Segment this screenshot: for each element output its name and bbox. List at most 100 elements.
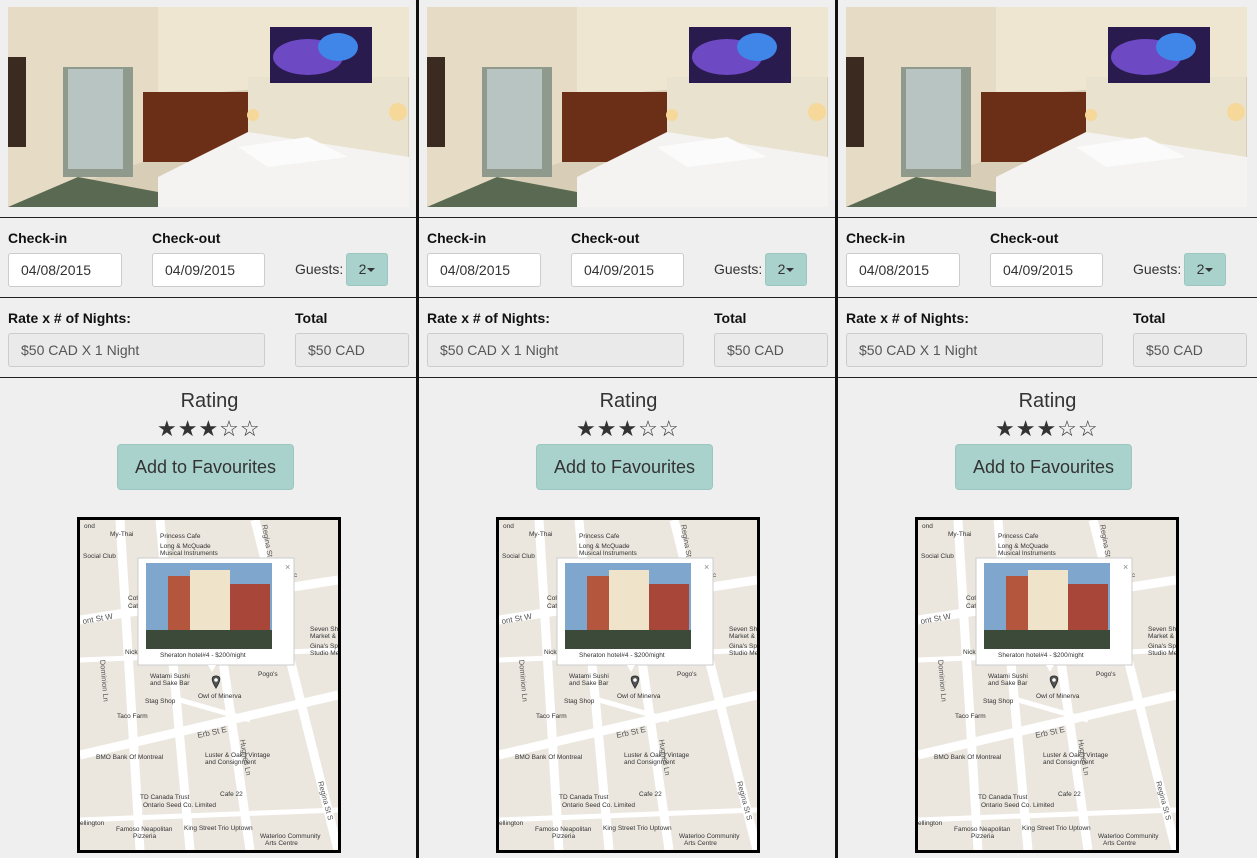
caret-down-icon: [367, 268, 376, 273]
add-to-favourites-button[interactable]: Add to Favourites: [955, 444, 1132, 490]
checkin-date-input[interactable]: 04/08/2015: [8, 253, 122, 287]
checkin-date-input[interactable]: 04/08/2015: [427, 253, 541, 287]
map-label: Pogo's: [1096, 671, 1116, 678]
map-label: Stag Shop: [564, 698, 595, 705]
map-info-popup[interactable]: × Sheraton hotel#4 - $200/night: [137, 557, 295, 672]
map-label: Cafe 22: [639, 791, 662, 798]
map-label: Seven Shop: [729, 626, 757, 633]
listing-card: Check-in Check-out 04/08/2015 04/09/2015…: [0, 0, 419, 858]
checkout-label: Check-out: [152, 230, 221, 246]
map-label: Famoso Neapolitan: [116, 826, 173, 833]
rating-title: Rating: [599, 390, 658, 412]
close-icon[interactable]: ×: [1123, 562, 1128, 572]
guests-dropdown[interactable]: 2: [346, 253, 388, 286]
map-label: Taco Farm: [955, 713, 986, 720]
map-label: Seven Shop: [1148, 626, 1176, 633]
caret-down-icon: [1205, 268, 1214, 273]
guests-dropdown[interactable]: 2: [765, 253, 807, 286]
hotel-room-photo: [427, 7, 828, 207]
rate-field: $50 CAD X 1 Night: [846, 333, 1103, 367]
listing-columns: Check-in Check-out 04/08/2015 04/09/2015…: [0, 0, 1257, 858]
map-label: Market & Ca: [1148, 633, 1176, 640]
map-label: Luster & Oak | Vintage: [1043, 752, 1109, 759]
map-label: Arts Centre: [265, 840, 298, 847]
hotel-room-photo: [846, 7, 1247, 207]
map-label: Ontario Seed Co. Limited: [562, 802, 635, 809]
map-label: Arts Centre: [684, 840, 717, 847]
map-label: Nick: [125, 649, 138, 656]
map-label: My-Thai: [948, 531, 971, 538]
map-label: Social Club: [83, 553, 116, 560]
map-label: Social Club: [921, 553, 954, 560]
location-map[interactable]: ond My-Thai Princess Cafe Long & McQuade…: [915, 517, 1179, 853]
map-info-popup[interactable]: × Sheraton hotel#4 - $200/night: [975, 557, 1133, 672]
map-label: Taco Farm: [117, 713, 148, 720]
map-label: Pizzeria: [971, 833, 995, 840]
section-divider: [0, 377, 419, 378]
map-label: Long & McQuade: [160, 543, 211, 550]
map-label: Pogo's: [677, 671, 697, 678]
checkin-label: Check-in: [427, 230, 487, 246]
map-label: Watami Sushi: [150, 673, 190, 680]
map-label: Cafe 22: [1058, 791, 1081, 798]
map-label: Gina's Spa: [310, 643, 338, 650]
map-label: and Sake Bar: [150, 680, 190, 687]
map-label: Seven Shop: [310, 626, 338, 633]
add-to-favourites-button[interactable]: Add to Favourites: [536, 444, 713, 490]
location-map[interactable]: ond My-Thai Princess Cafe Long & McQuade…: [496, 517, 760, 853]
location-map[interactable]: ond My-Thai Princess Cafe Long & McQuade…: [77, 517, 341, 853]
map-label: King Street Trio Uptown: [603, 825, 672, 832]
map-label: and Sake Bar: [988, 680, 1028, 687]
map-label: Musical Instruments: [160, 550, 219, 557]
guests-label: Guests:: [714, 261, 763, 277]
map-label: Long & McQuade: [998, 543, 1049, 550]
total-field: $50 CAD: [1133, 333, 1247, 367]
map-label: Taco Farm: [536, 713, 567, 720]
checkin-date-input[interactable]: 04/08/2015: [846, 253, 960, 287]
rating-stars: ★★★☆☆: [157, 416, 261, 441]
map-label: Princess Cafe: [998, 533, 1039, 540]
map-label: King Street Trio Uptown: [184, 825, 253, 832]
map-label: Owl of Minerva: [198, 693, 242, 700]
hotel-room-photo: [8, 7, 409, 207]
map-label: BMO Bank Of Montreal: [515, 754, 583, 761]
map-label: Nick: [963, 649, 976, 656]
map-label: My-Thai: [110, 531, 133, 538]
map-label: Pizzeria: [133, 833, 157, 840]
map-label: Watami Sushi: [988, 673, 1028, 680]
popup-caption: Sheraton hotel#4 - $200/night: [579, 652, 665, 659]
caret-down-icon: [786, 268, 795, 273]
section-divider: [419, 217, 838, 218]
map-label: Gina's Spa: [729, 643, 757, 650]
rating-stars: ★★★☆☆: [576, 416, 680, 441]
map-label: Long & McQuade: [579, 543, 630, 550]
close-icon[interactable]: ×: [285, 562, 290, 572]
map-label: Studio Medi: [310, 650, 338, 657]
rate-label: Rate x # of Nights:: [846, 310, 969, 326]
map-label: Princess Cafe: [579, 533, 620, 540]
map-label: Nick: [544, 649, 557, 656]
add-to-favourites-button[interactable]: Add to Favourites: [117, 444, 294, 490]
close-icon[interactable]: ×: [704, 562, 709, 572]
rate-label: Rate x # of Nights:: [8, 310, 131, 326]
section-divider: [838, 377, 1257, 378]
guests-dropdown[interactable]: 2: [1184, 253, 1226, 286]
checkout-date-input[interactable]: 04/09/2015: [990, 253, 1103, 287]
map-label: Stag Shop: [145, 698, 176, 705]
checkout-date-input[interactable]: 04/09/2015: [571, 253, 684, 287]
map-label: Waterloo Community: [1098, 833, 1159, 840]
checkout-label: Check-out: [990, 230, 1059, 246]
map-label: Market & Ca: [729, 633, 757, 640]
checkout-date-input[interactable]: 04/09/2015: [152, 253, 265, 287]
map-label: ellington: [80, 820, 105, 827]
map-label: Ontario Seed Co. Limited: [143, 802, 216, 809]
checkin-label: Check-in: [8, 230, 68, 246]
map-label: Famoso Neapolitan: [535, 826, 592, 833]
map-info-popup[interactable]: × Sheraton hotel#4 - $200/night: [556, 557, 714, 672]
guests-label: Guests:: [295, 261, 344, 277]
map-label: Owl of Minerva: [1036, 693, 1080, 700]
rating-title: Rating: [180, 390, 239, 412]
map-label: TD Canada Trust: [140, 794, 190, 801]
guests-value: 2: [1196, 261, 1205, 277]
map-label: BMO Bank Of Montreal: [934, 754, 1002, 761]
